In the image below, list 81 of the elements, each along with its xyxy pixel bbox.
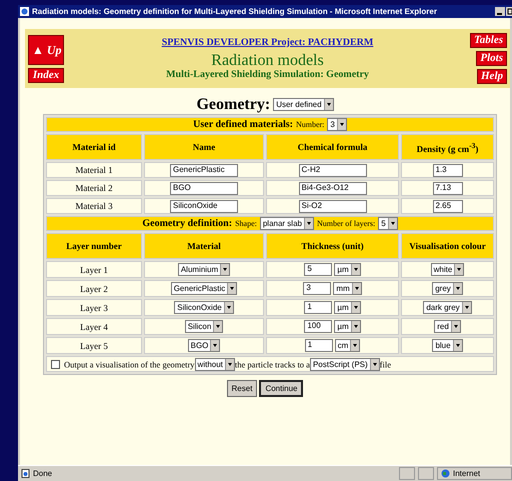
material-dropdown[interactable]: BGO [188,339,220,352]
formula-field[interactable]: Bi4-Ge3-O12 [298,182,366,194]
zone-text: Internet [453,469,480,478]
project-link[interactable]: SPENVIS DEVELOPER Project: PACHYDERM [162,37,374,48]
layers-label: Number of layers: [316,219,376,228]
material-dropdown[interactable]: GenericPlastic [170,282,238,295]
density-field[interactable]: 7.13 [432,182,462,194]
table-cell: Layer 4 [46,318,142,335]
column-header: Layer number [46,233,142,259]
column-header: Visualisation colour [401,233,494,259]
nav-button[interactable]: Help [477,69,507,84]
column-header: Chemical formula [266,134,399,160]
thickness-field[interactable]: 1 [304,301,332,314]
browser-icon [20,7,29,16]
name-field[interactable]: GenericPlastic [170,164,238,176]
output-text: the particle tracks to a [234,359,310,369]
page-subtitle: Multi-Layered Shielding Simulation: Geometry [166,69,369,80]
formula-field[interactable]: C-H2 [298,164,366,176]
unit-dropdown[interactable]: µm [334,301,361,314]
unit-dropdown[interactable]: cm [334,339,360,352]
column-header: Name [144,134,264,160]
thickness-field[interactable]: 1 [304,339,333,352]
thickness-field[interactable]: 5 [304,263,332,276]
colour-dropdown[interactable]: red [434,320,461,333]
colour-dropdown[interactable]: white [430,263,464,276]
material-dropdown[interactable]: Aluminium [178,263,230,276]
page-title: Radiation models [211,52,324,69]
section-title: User defined materials: [193,119,293,130]
material-dropdown[interactable]: Silicon [184,320,224,333]
column-header: Thickness (unit) [266,233,399,259]
globe-icon [441,469,450,478]
table-cell: Layer 2 [46,280,142,297]
form-button[interactable]: Continue [259,380,304,397]
nav-button[interactable]: Tables [470,33,507,48]
format-dropdown[interactable]: PostScript (PS) [310,358,380,370]
name-field[interactable]: SiliconOxide [170,200,238,212]
unit-dropdown[interactable]: mm [333,282,362,295]
layers-dropdown[interactable]: 5 [378,217,398,230]
table-cell: Material 3 [46,198,142,214]
number-dropdown[interactable]: 3 [327,118,347,131]
nav-button[interactable]: Plots [476,51,507,66]
index-button[interactable]: Index [28,68,64,82]
minimize-icon[interactable] [495,7,505,16]
shape-dropdown[interactable]: planar slab [260,217,314,230]
name-field[interactable]: BGO [170,182,238,194]
table-cell: Layer 3 [46,299,142,316]
unit-dropdown[interactable]: µm [334,263,361,276]
geometry-label: Geometry: [196,96,270,114]
colour-dropdown[interactable]: grey [432,282,463,295]
table-cell: Layer 5 [46,337,142,354]
section-title: Geometry definition: [142,218,232,229]
thickness-field[interactable]: 100 [304,320,332,333]
status-text: Done [33,469,52,478]
geometry-dropdown[interactable]: User defined [273,98,334,111]
checkbox[interactable] [51,360,60,368]
form-button[interactable]: Reset [226,380,258,397]
number-label: Number: [296,120,324,129]
column-header: Density (g cm$^{-3}$) [401,134,494,160]
output-text: Output a visualisation of the geometry [64,359,195,369]
table-cell: Material 1 [46,162,142,178]
shape-label: Shape: [235,219,257,228]
colour-dropdown[interactable]: dark grey [423,301,472,314]
status-panel [418,467,434,480]
colour-dropdown[interactable]: blue [432,339,463,352]
density-field[interactable]: 2.65 [432,200,462,212]
maximize-icon[interactable] [506,7,512,16]
unit-dropdown[interactable]: µm [334,320,361,333]
window-title: Radiation models: Geometry definition for Multi-Layered Shielding Simulation - Microsoft Internet Explorer [32,7,437,16]
density-field[interactable]: 1.3 [432,164,462,176]
table-cell: Material 2 [46,180,142,196]
up-button[interactable]: ▲ Up [28,34,64,64]
formula-field[interactable]: Si-O2 [298,200,366,212]
table-cell: Layer 1 [46,261,142,278]
tracks-dropdown[interactable]: without [194,358,235,370]
material-dropdown[interactable]: SiliconOxide [174,301,234,314]
output-text: file [380,359,391,369]
status-panel [399,467,415,480]
thickness-field[interactable]: 3 [303,282,332,295]
column-header: Material [144,233,264,259]
page-icon [21,469,30,478]
column-header: Material id [46,134,142,160]
